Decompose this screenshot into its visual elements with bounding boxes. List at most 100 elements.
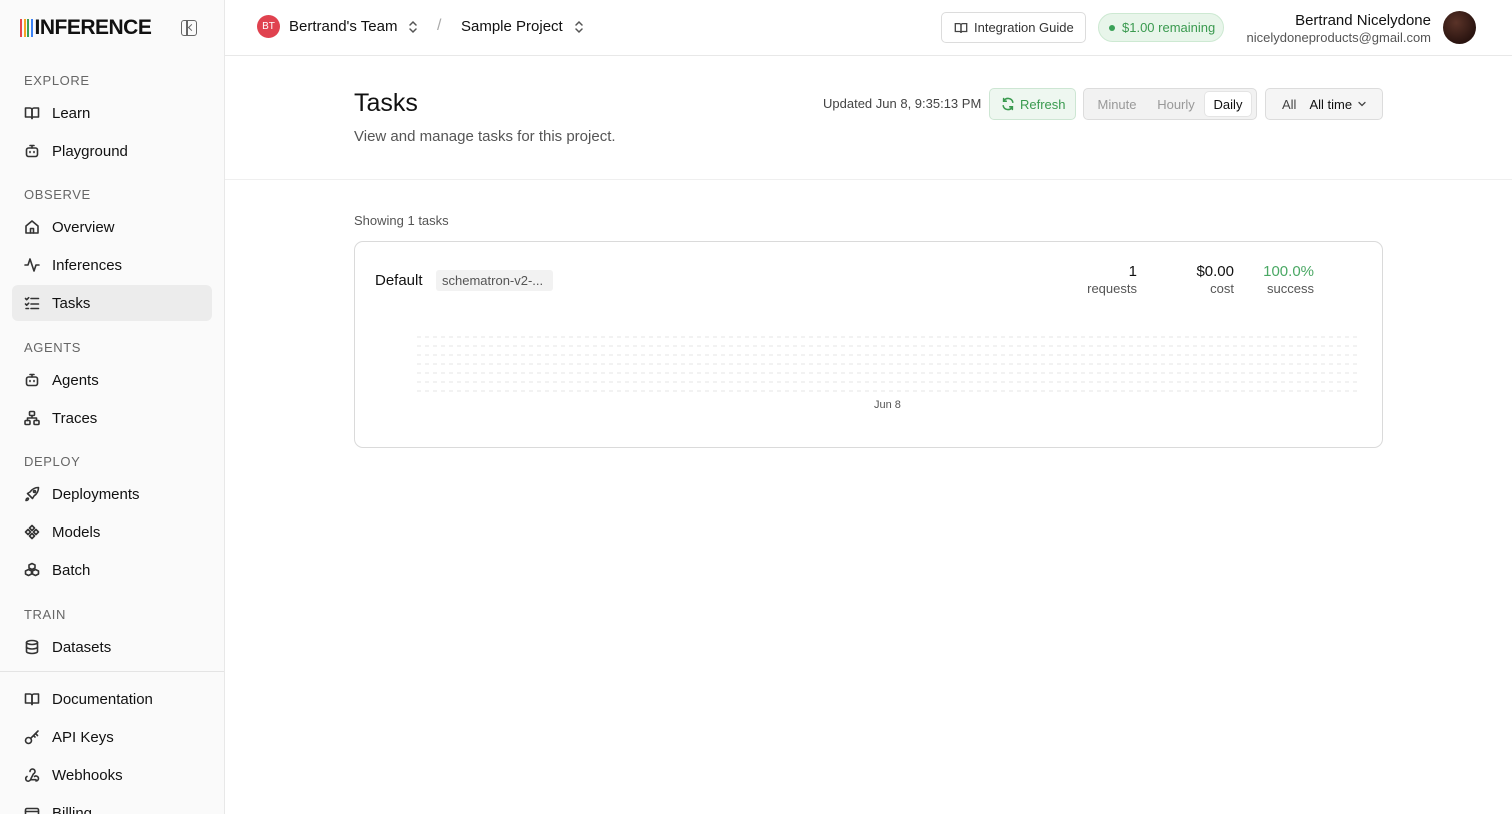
sidebar-item-label: Webhooks [52,766,123,784]
granularity-hourly[interactable]: Hourly [1147,92,1205,116]
sidebar-item-playground[interactable]: Playground [12,133,212,169]
team-name: Bertrand's Team [289,18,398,35]
range-scope-label: All [1282,96,1297,112]
model-chip: schematron-v2-... [436,270,554,291]
sidebar-item-label: API Keys [52,728,114,746]
sidebar-item-documentation[interactable]: Documentation [12,681,212,717]
sidebar-item-api-keys[interactable]: API Keys [12,719,212,755]
sidebar-item-agents[interactable]: Agents [12,362,212,398]
requests-value: 1 [1128,263,1137,280]
list-checks-icon [24,295,40,311]
boxes-icon [24,562,40,578]
success-stat: 100.0% success [1263,263,1314,296]
sidebar-item-label: Datasets [52,638,112,656]
cost-label: cost [1210,281,1234,296]
chevrons-up-down-icon [409,20,418,33]
success-value: 100.0% [1263,263,1314,280]
page-header: Tasks View and manage tasks for this pro… [225,56,1512,180]
sidebar-item-label: Deployments [52,485,140,503]
integration-guide-label: Integration Guide [974,20,1074,35]
chart-x-tick: Jun 8 [874,399,901,411]
breadcrumb-separator: / [437,17,442,34]
cost-value: $0.00 [1196,263,1234,280]
refresh-button[interactable]: Refresh [989,88,1076,120]
logo[interactable]: INFERENCE [20,16,152,40]
sidebar-item-label: Agents [52,371,99,389]
project-switcher[interactable]: Sample Project [461,18,585,35]
sidebar-item-models[interactable]: Models [12,514,212,550]
integration-guide-button[interactable]: Integration Guide [941,12,1086,43]
sidebar-divider [0,671,224,672]
sidebar: INFERENCE EXPLORE Learn Playground OBSER… [0,0,225,814]
requests-stat: 1 requests [1087,263,1137,296]
updated-timestamp: Updated Jun 8, 9:35:13 PM [823,96,982,111]
task-card[interactable]: Default schematron-v2-... 1 requests $0.… [354,241,1383,448]
granularity-minute[interactable]: Minute [1087,92,1147,116]
cost-stat: $0.00 cost [1196,263,1234,296]
home-icon [24,219,40,235]
time-range-select[interactable]: All All time [1265,88,1383,120]
sidebar-item-label: Models [52,523,101,541]
sidebar-item-datasets[interactable]: Datasets [12,629,212,665]
section-label-observe: OBSERVE [24,187,91,202]
sidebar-item-overview[interactable]: Overview [12,209,212,245]
collapse-sidebar-icon[interactable] [181,20,197,36]
logo-row: INFERENCE [0,0,224,56]
activity-icon [24,257,40,273]
credits-badge[interactable]: $1.00 remaining [1098,13,1224,42]
sidebar-item-batch[interactable]: Batch [12,552,212,588]
sidebar-item-billing[interactable]: Billing [12,795,212,814]
sidebar-item-label: Overview [52,218,115,236]
refresh-icon [1002,97,1014,111]
webhook-icon [24,767,40,783]
refresh-label: Refresh [1020,96,1066,112]
status-dot-icon [1109,24,1115,31]
logo-bar [27,19,29,37]
credit-card-icon [24,805,40,814]
section-label-deploy: DEPLOY [24,454,81,469]
sidebar-item-label: Traces [52,409,98,427]
sidebar-item-label: Documentation [52,690,153,708]
book-icon [954,22,968,33]
diamond-nodes-icon [24,524,40,540]
sidebar-item-label: Learn [52,104,91,122]
granularity-daily[interactable]: Daily [1205,92,1251,116]
task-name: Default [375,272,423,289]
page-subtitle: View and manage tasks for this project. [354,128,616,145]
team-avatar: BT [257,15,280,38]
section-label-agents: AGENTS [24,340,82,355]
bot-icon [24,143,40,159]
section-label-explore: EXPLORE [24,73,90,88]
logo-bar [23,19,26,37]
sidebar-item-webhooks[interactable]: Webhooks [12,757,212,793]
logo-bar [30,19,33,37]
book-icon [24,105,40,121]
sidebar-item-tasks[interactable]: Tasks [12,285,212,321]
bot-icon [24,372,40,388]
sidebar-item-deployments[interactable]: Deployments [12,476,212,512]
task-activity-chart [417,336,1359,392]
logo-bar [20,19,22,37]
sidebar-item-label: Tasks [52,294,91,312]
sidebar-item-label: Inferences [52,256,123,274]
granularity-toggle: Minute Hourly Daily [1083,88,1257,120]
section-label-train: TRAIN [24,607,66,622]
sidebar-item-traces[interactable]: Traces [12,400,212,436]
range-value: All time [1309,96,1353,112]
user-name: Bertrand Nicelydone [1295,12,1431,29]
sidebar-item-learn[interactable]: Learn [12,95,212,131]
credits-text: $1.00 remaining [1122,20,1216,35]
sidebar-item-label: Playground [52,142,128,160]
user-avatar[interactable] [1443,11,1476,44]
sidebar-item-inferences[interactable]: Inferences [12,247,212,283]
rocket-icon [24,486,40,502]
success-label: success [1267,281,1314,296]
logo-bars-icon [20,19,33,37]
chevrons-up-down-icon [574,20,583,33]
page-title: Tasks [354,89,418,117]
requests-label: requests [1087,281,1137,296]
book-icon [24,691,40,707]
logo-text: INFERENCE [34,16,152,39]
user-email: nicelydoneproducts@gmail.com [1246,30,1431,45]
team-switcher[interactable]: BT Bertrand's Team [257,15,419,38]
